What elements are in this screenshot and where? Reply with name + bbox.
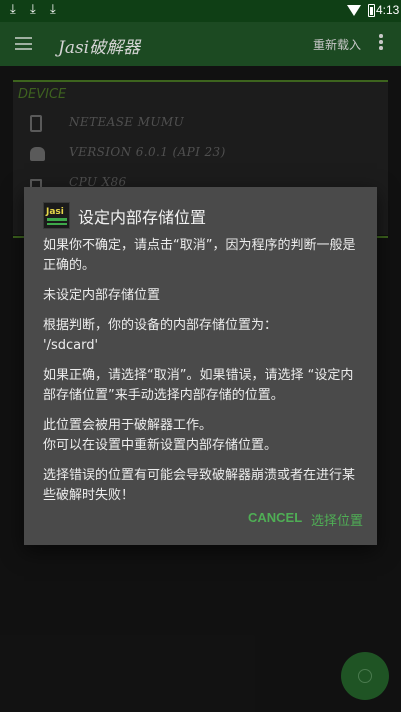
- download-icon: ⤓: [50, 2, 56, 17]
- app-logo: Jasi: [43, 202, 70, 229]
- more-options-icon[interactable]: [376, 34, 386, 54]
- cancel-button[interactable]: CANCEL: [248, 510, 302, 525]
- wifi-icon: [347, 5, 361, 16]
- reload-button[interactable]: 重新载入: [313, 36, 361, 53]
- download-icon: ⤓: [10, 2, 16, 17]
- app-bar: Jasi破解器 重新载入: [0, 22, 401, 66]
- menu-icon[interactable]: [15, 37, 32, 50]
- floating-action-button[interactable]: [341, 652, 389, 700]
- dialog-paragraph: 如果你不确定，请点击“取消”，因为程序的判断一般是正确的。: [43, 238, 356, 273]
- app-title: Jasi破解器: [58, 38, 141, 58]
- dialog-paragraph: 此位置会被用于破解器工作。 你可以在设置中重新设置内部存储位置。: [43, 418, 278, 453]
- download-icon: ⤓: [30, 2, 36, 17]
- dialog-paragraph: 选择错误的位置有可能会导致破解器崩溃或者在进行某些破解时失败！: [43, 468, 356, 503]
- dialog-title: 设定内部存储位置: [78, 208, 207, 227]
- clock-time: 4:13: [376, 3, 400, 17]
- dialog-paragraph: 如果正确，请选择“取消”。如果错误，请选择 “设定内部存储位置”来手动选择内部存…: [43, 368, 354, 403]
- dialog-paragraph: 根据判断，你的设备的内部存储位置为： '/sdcard': [43, 318, 278, 353]
- dialog-message: 如果你不确定，请点击“取消”，因为程序的判断一般是正确的。 未设定内部存储位置 …: [43, 236, 363, 516]
- dialog-paragraph: 未设定内部存储位置: [43, 288, 161, 303]
- info-icon: [358, 669, 372, 683]
- battery-icon: [368, 4, 375, 17]
- choose-location-button[interactable]: 选择位置: [311, 510, 363, 529]
- status-bar: ⤓ ⤓ ⤓ 4:13: [0, 0, 401, 22]
- storage-location-dialog: Jasi 设定内部存储位置 如果你不确定，请点击“取消”，因为程序的判断一般是正…: [24, 187, 377, 545]
